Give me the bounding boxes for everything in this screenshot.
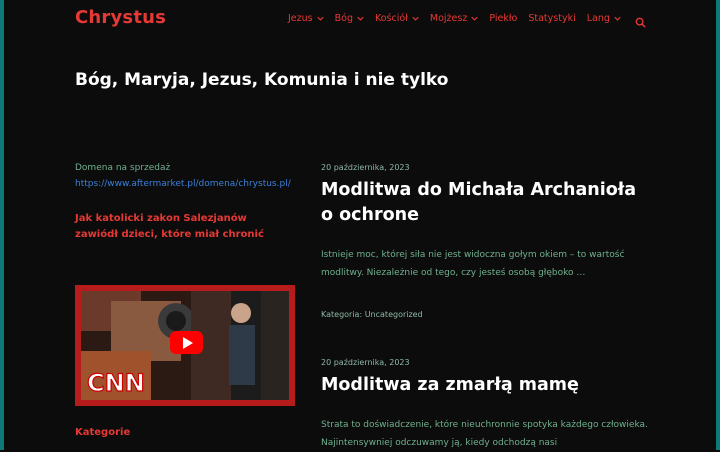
video-thumbnail: CNN (81, 291, 289, 400)
page-frame: Chrystus Jezus Bóg Kościół Mojżesz Piekł… (0, 0, 720, 450)
site-header: Chrystus Jezus Bóg Kościół Mojżesz Piekł… (4, 0, 716, 42)
post-category-label: Kategoria: (321, 310, 365, 319)
post-excerpt: Strata to doświadczenie, które nieuchron… (321, 420, 648, 448)
play-icon[interactable] (170, 331, 203, 354)
chevron-down-icon (357, 15, 364, 22)
post-card: 20 października, 2023 Modlitwa do Michał… (321, 163, 651, 319)
nav-item-kosciol[interactable]: Kościół (375, 13, 419, 24)
categories-heading: Kategorie (75, 427, 131, 438)
nav-item-label: Lang (586, 13, 610, 24)
chevron-down-icon (471, 15, 479, 22)
nav-item-jezus[interactable]: Jezus (288, 13, 324, 24)
domain-sale-text: Domena na sprzedaż (75, 163, 171, 173)
post-date: 20 października, 2023 (321, 358, 410, 367)
main-nav: Jezus Bóg Kościół Mojżesz Piekło Statyst… (288, 13, 646, 28)
nav-item-lang[interactable]: Lang (587, 13, 621, 24)
site-title: Bóg, Maryja, Jezus, Komunia i nie tylko (75, 70, 449, 90)
domain-sale-link[interactable]: https://www.aftermarket.pl/domena/chryst… (75, 179, 305, 189)
nav-item-label: Kościół (374, 13, 408, 24)
nav-item-label: Statystyki (528, 13, 576, 24)
post-date: 20 października, 2023 (321, 163, 410, 172)
sidebar: Domena na sprzedaż https://www.aftermark… (75, 163, 305, 243)
search-icon[interactable] (635, 13, 646, 28)
chevron-down-icon (614, 15, 621, 22)
video-embed[interactable]: CNN (75, 285, 295, 406)
nav-item-label: Jezus (288, 13, 313, 24)
chevron-down-icon (412, 15, 419, 22)
nav-item-mojzesz[interactable]: Mojżesz (429, 13, 479, 24)
nav-item-label: Mojżesz (429, 13, 468, 24)
post-card: 20 października, 2023 Modlitwa za zmarłą… (321, 358, 651, 452)
chevron-down-icon (316, 15, 324, 22)
nav-item-pieklo[interactable]: Piekło (489, 13, 517, 24)
nav-item-label: Piekło (489, 13, 518, 24)
sidebar-article-link[interactable]: Jak katolicki zakon Salezjanów zawiódł d… (75, 211, 290, 243)
post-category-link[interactable]: Uncategorized (365, 310, 423, 319)
post-category: Kategoria: Uncategorized (321, 310, 651, 319)
post-excerpt: Istnieje moc, której siła nie jest widoc… (321, 250, 625, 278)
nav-item-bog[interactable]: Bóg (335, 13, 364, 24)
site-logo[interactable]: Chrystus (75, 7, 166, 28)
cnn-logo: CNN (87, 369, 145, 397)
post-title-link[interactable]: Modlitwa za zmarłą mamę (321, 373, 651, 398)
nav-item-statystyki[interactable]: Statystyki (528, 13, 575, 24)
post-title-link[interactable]: Modlitwa do Michała Archanioła o ochrone (321, 178, 651, 228)
nav-item-label: Bóg (334, 13, 353, 24)
